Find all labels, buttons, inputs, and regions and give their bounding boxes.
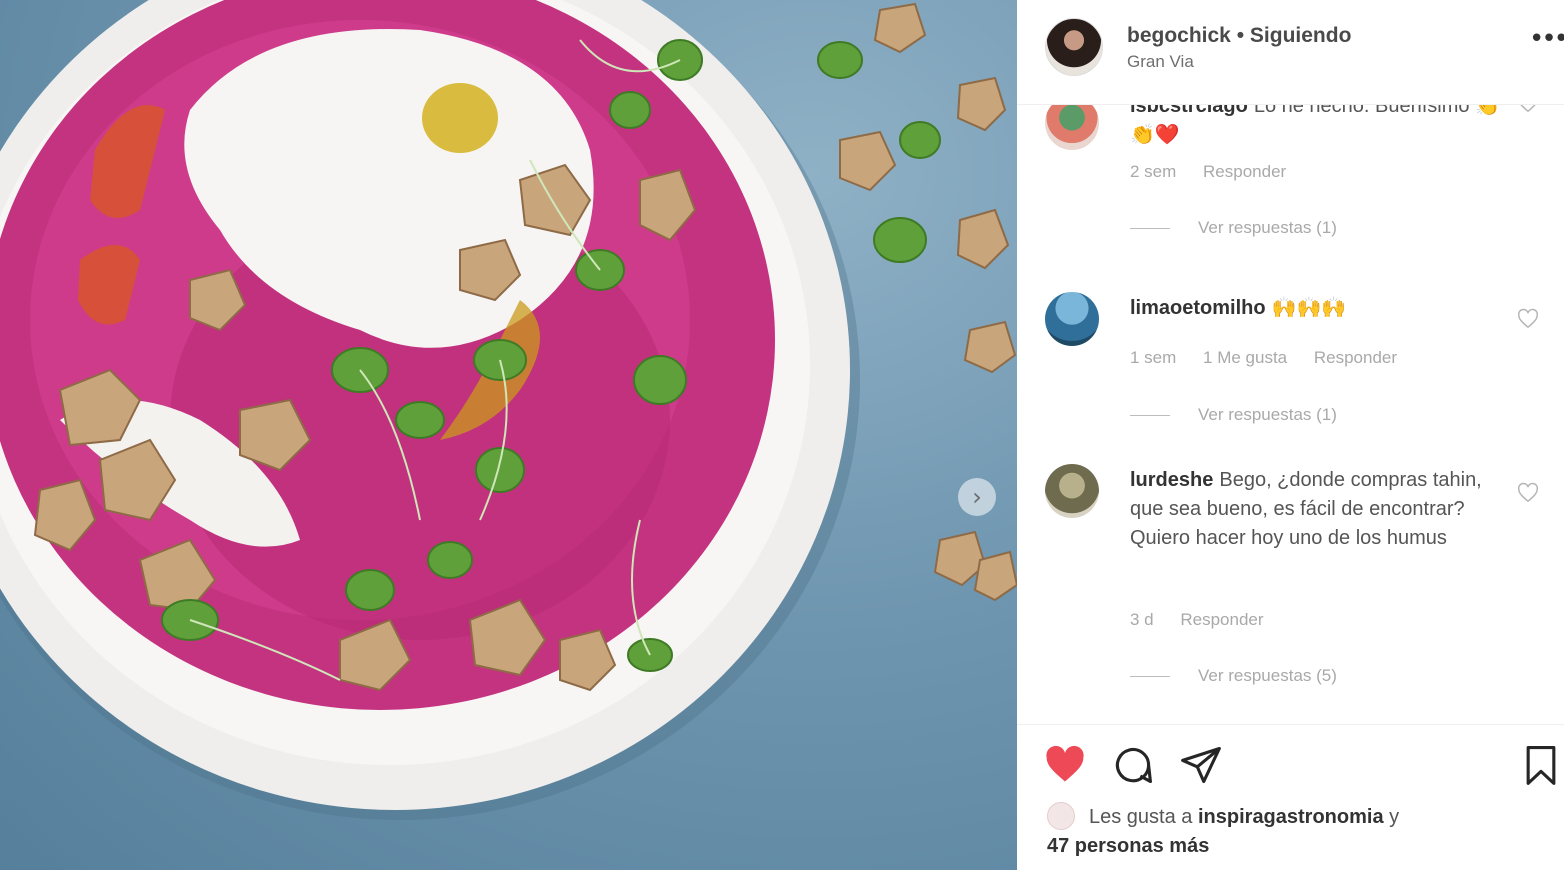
reply-button[interactable]: Responder [1314, 348, 1397, 367]
avatar[interactable] [1045, 18, 1103, 76]
comment-likes[interactable]: 1 Me gusta [1203, 348, 1287, 367]
paper-plane-icon[interactable] [1179, 743, 1223, 787]
comment-meta: 1 sem 1 Me gusta Responder [1130, 348, 1419, 368]
location-link[interactable]: Gran Via [1127, 52, 1194, 72]
comment-meta: 2 sem Responder [1130, 162, 1308, 182]
reply-button[interactable]: Responder [1203, 162, 1286, 181]
hummus-bowl-image [0, 0, 1017, 820]
heart-outline-icon[interactable] [1517, 308, 1539, 330]
comment-bubble-icon[interactable] [1111, 743, 1155, 787]
divider [1130, 228, 1170, 230]
avatar[interactable] [1047, 801, 1075, 830]
more-options-icon[interactable]: ••• [1529, 26, 1564, 52]
divider [1130, 415, 1170, 417]
comment-username[interactable]: lurdeshe [1130, 469, 1213, 491]
comment-time: 3 d [1130, 610, 1154, 629]
comment-text: lurdeshe Bego, ¿donde compras tahin, que … [1130, 469, 1482, 549]
comment-username[interactable]: limaoetomilho [1130, 297, 1266, 319]
avatar[interactable] [1045, 104, 1099, 150]
comment-text: limaoetomilho 🙌🙌🙌 [1130, 297, 1347, 319]
avatar[interactable] [1045, 292, 1099, 346]
likes-summary: Les gusta a inspiragastronomia y 47 pers… [1047, 801, 1527, 861]
post-author: begochick • Siguiendo [1127, 24, 1351, 48]
heart-filled-icon[interactable] [1043, 743, 1087, 787]
post-actions: Les gusta a inspiragastronomia y 47 pers… [1017, 724, 1564, 871]
heart-outline-icon[interactable] [1517, 482, 1539, 504]
view-replies-button[interactable]: Ver respuestas (5) [1130, 666, 1337, 686]
post-header: begochick • Siguiendo Gran Via ••• [1017, 0, 1564, 105]
bookmark-icon[interactable] [1519, 743, 1563, 787]
comment-time: 2 sem [1130, 162, 1177, 181]
liker-username[interactable]: inspiragastronomia [1198, 806, 1384, 828]
comments-list[interactable]: isbcstrclago Lo he hecho. Buenísimo 👏👏❤️ … [1017, 104, 1564, 724]
comment-meta: 3 d Responder [1130, 610, 1286, 630]
post-photo[interactable]: › [0, 0, 1017, 870]
follow-status-button[interactable]: Siguiendo [1250, 24, 1352, 47]
avatar[interactable] [1045, 464, 1099, 518]
chevron-right-icon[interactable]: › [958, 478, 996, 516]
likes-prefix: Les gusta a [1089, 806, 1193, 828]
username-link[interactable]: begochick [1127, 24, 1231, 47]
heart-outline-icon[interactable] [1517, 104, 1539, 114]
comment-username[interactable]: isbcstrclago [1130, 104, 1248, 117]
post-side-panel: begochick • Siguiendo Gran Via ••• isbcs… [1017, 0, 1564, 870]
likes-conj: y [1389, 806, 1400, 828]
separator: • [1236, 24, 1245, 47]
comment-time: 1 sem [1130, 348, 1177, 367]
divider [1130, 676, 1170, 678]
view-replies-button[interactable]: Ver respuestas (1) [1130, 405, 1337, 425]
likes-others-button[interactable]: 47 personas más [1047, 835, 1209, 857]
view-replies-button[interactable]: Ver respuestas (1) [1130, 218, 1337, 238]
reply-button[interactable]: Responder [1180, 610, 1263, 629]
comment-text: isbcstrclago Lo he hecho. Buenísimo 👏👏❤️ [1130, 104, 1500, 150]
